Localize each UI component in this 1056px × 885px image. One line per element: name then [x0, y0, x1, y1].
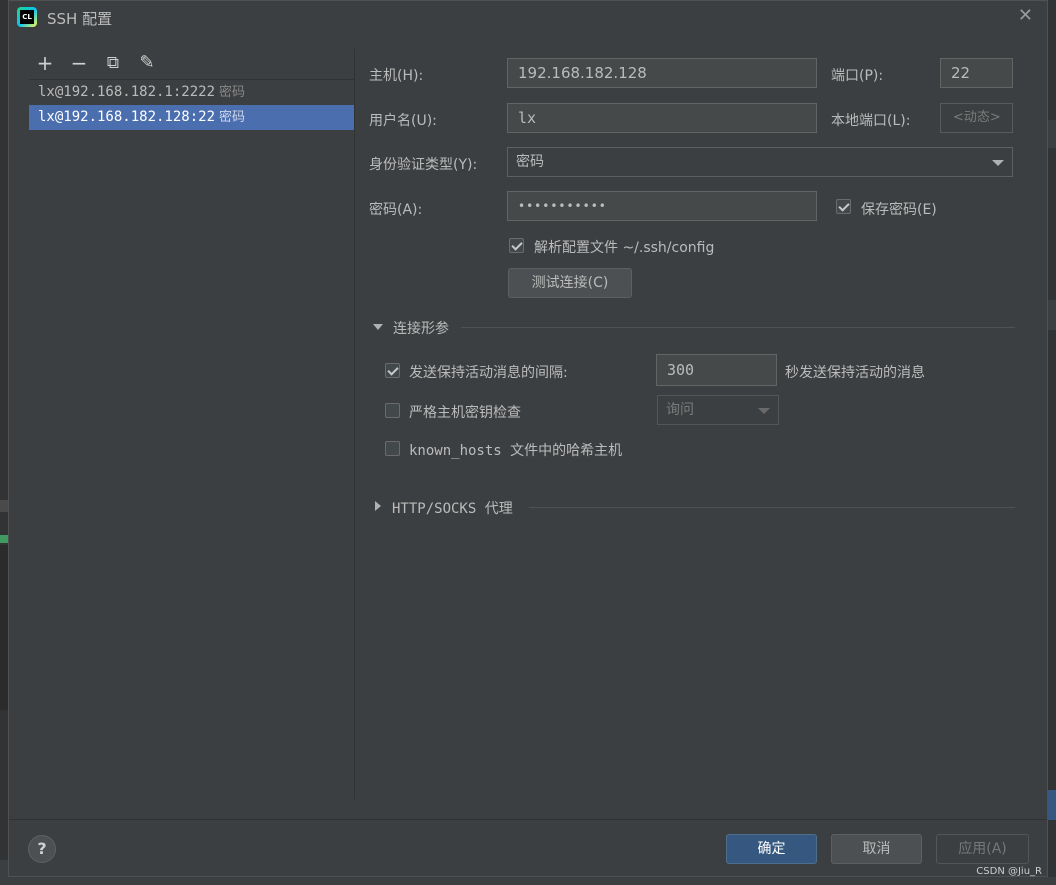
password-field[interactable]: ••••••••••• — [507, 191, 817, 221]
keepalive-checkbox[interactable] — [385, 363, 400, 378]
chevron-down-icon — [758, 408, 770, 414]
list-item[interactable]: lx@192.168.182.128:22 密码 — [29, 105, 354, 130]
parse-config-checkbox[interactable] — [509, 238, 524, 253]
host-name: lx@192.168.182.128:22 — [38, 109, 216, 125]
password-label: 密码(A): — [369, 202, 423, 218]
ssh-config-dialog: CL SSH 配置 ✕ + − ⧉ ✎ lx@192.168.182.1:222… — [8, 0, 1048, 877]
cancel-button[interactable]: 取消 — [831, 834, 922, 864]
local-port-field[interactable]: <动态> — [940, 103, 1013, 133]
ok-button[interactable]: 确定 — [726, 834, 817, 864]
keepalive-interval-field[interactable]: 300 — [656, 354, 777, 386]
proxy-header[interactable]: HTTP/SOCKS 代理 — [392, 498, 513, 518]
save-password-checkbox[interactable] — [836, 199, 851, 214]
section-divider — [529, 507, 1015, 508]
auth-type-select[interactable]: 密码 — [507, 147, 1013, 177]
strict-host-value: 询问 — [666, 402, 694, 418]
connection-params-header[interactable]: 连接形参 — [393, 318, 449, 338]
footer-divider — [9, 819, 1047, 820]
username-field[interactable]: lx — [507, 103, 817, 133]
apply-button[interactable]: 应用(A) — [936, 834, 1029, 864]
local-port-label: 本地端口(L): — [831, 113, 911, 129]
add-icon[interactable]: + — [33, 51, 57, 75]
triangle-down-icon — [373, 324, 383, 330]
keepalive-label: 发送保持活动消息的间隔: — [409, 365, 568, 381]
strict-host-select[interactable]: 询问 — [657, 395, 779, 425]
strict-host-checkbox[interactable] — [385, 403, 400, 418]
title-bar: CL SSH 配置 ✕ — [9, 1, 1047, 33]
username-label: 用户名(U): — [369, 113, 437, 129]
port-field[interactable]: 22 — [940, 58, 1013, 88]
background-ide-left — [0, 0, 8, 885]
port-label: 端口(P): — [831, 68, 884, 84]
host-list: lx@192.168.182.1:2222 密码 lx@192.168.182.1… — [29, 79, 354, 130]
chevron-down-icon — [992, 160, 1004, 166]
copy-icon[interactable]: ⧉ — [101, 51, 125, 75]
help-button[interactable]: ? — [28, 835, 56, 863]
save-password-label: 保存密码(E) — [861, 202, 937, 218]
background-ide-right — [1048, 0, 1056, 885]
parse-config-label: 解析配置文件 ~/.ssh/config — [534, 240, 715, 256]
known-hosts-label: known_hosts 文件中的哈希主机 — [409, 443, 623, 459]
edit-icon[interactable]: ✎ — [135, 51, 159, 75]
host-auth-type: 密码 — [219, 85, 246, 100]
auth-type-label: 身份验证类型(Y): — [369, 157, 478, 173]
auth-type-value: 密码 — [516, 154, 544, 170]
triangle-right-icon — [375, 501, 381, 511]
remove-icon[interactable]: − — [67, 51, 91, 75]
host-field[interactable]: 192.168.182.128 — [507, 58, 817, 88]
test-connection-button[interactable]: 测试连接(C) — [508, 268, 632, 298]
list-item[interactable]: lx@192.168.182.1:2222 密码 — [29, 80, 354, 105]
clion-app-icon: CL — [17, 7, 37, 27]
watermark: CSDN @Jiu_R — [976, 866, 1042, 877]
section-divider — [461, 327, 1015, 328]
panel-divider — [354, 49, 355, 799]
dialog-title: SSH 配置 — [47, 10, 113, 28]
host-label: 主机(H): — [369, 68, 424, 84]
background-ide-statusbar — [0, 877, 1056, 885]
host-auth-type: 密码 — [219, 110, 246, 125]
close-icon[interactable]: ✕ — [1018, 5, 1033, 26]
keepalive-suffix: 秒发送保持活动的消息 — [785, 365, 925, 381]
strict-host-label: 严格主机密钥检查 — [409, 405, 521, 421]
host-name: lx@192.168.182.1:2222 — [38, 84, 216, 100]
known-hosts-checkbox[interactable] — [385, 441, 400, 456]
